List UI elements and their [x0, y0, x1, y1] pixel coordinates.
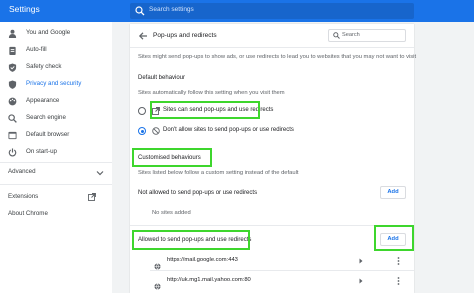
sidebar-item-extensions[interactable]: Extensions [0, 190, 112, 205]
sidebar-item-label: Privacy and security [26, 80, 82, 87]
sidebar: You and Google Auto-fill Safety check Pr… [0, 22, 112, 293]
search-icon [8, 114, 17, 123]
block-icon [152, 127, 160, 135]
no-sites-text: No sites added [152, 210, 191, 216]
customised-behaviours-desc: Sites listed below follow a custom setti… [138, 170, 299, 176]
row-divider [150, 270, 414, 271]
person-icon [8, 29, 17, 38]
shield-check-icon [8, 63, 17, 72]
advanced-label: Advanced [8, 168, 36, 175]
site-url: http://uk.mg1.mail.yahoo.com:80 [167, 277, 251, 283]
sidebar-item-label: On start-up [26, 148, 57, 155]
sidebar-divider [0, 162, 112, 163]
more-vert-icon[interactable] [397, 277, 400, 285]
sidebar-item-appearance[interactable]: Appearance [0, 94, 112, 109]
sidebar-divider [0, 184, 112, 185]
power-icon [8, 148, 17, 157]
block-popups-radio[interactable] [138, 127, 146, 135]
search-icon [135, 6, 145, 16]
default-behaviour-heading: Default behaviour [138, 75, 186, 81]
page-title: Pop-ups and redirects [153, 32, 217, 39]
about-label: About Chrome [8, 210, 48, 217]
sidebar-item-label: Default browser [26, 131, 70, 138]
shield-icon [8, 80, 17, 89]
chevron-down-icon [96, 171, 104, 176]
search-icon [333, 32, 340, 39]
header-divider [130, 47, 414, 48]
not-allowed-label: Not allowed to send pop-ups or use redir… [138, 190, 258, 196]
search-settings-input[interactable]: Search settings [130, 3, 414, 19]
sidebar-item-privacy-and-security[interactable]: Privacy and security [0, 77, 112, 92]
search-placeholder: Search [342, 32, 360, 38]
palette-icon [8, 97, 17, 106]
highlight-customised-heading [132, 148, 212, 167]
highlight-allow-option [150, 101, 260, 119]
chevron-right-icon[interactable] [358, 258, 364, 264]
more-vert-icon[interactable] [397, 257, 400, 265]
block-popups-label[interactable]: Don't allow sites to send pop-ups or use… [163, 127, 294, 133]
extensions-label: Extensions [8, 193, 39, 200]
chevron-right-icon[interactable] [358, 278, 364, 284]
sidebar-item-label: Safety check [26, 63, 62, 70]
popups-settings-card: Pop-ups and redirects Search Sites might… [130, 24, 417, 293]
sidebar-item-about-chrome[interactable]: About Chrome [0, 207, 112, 222]
section-divider [130, 225, 414, 226]
sidebar-item-safety-check[interactable]: Safety check [0, 60, 112, 75]
globe-icon [154, 257, 161, 270]
allow-popups-radio[interactable] [138, 107, 146, 115]
external-link-icon [88, 193, 96, 201]
sidebar-item-autofill[interactable]: Auto-fill [0, 43, 112, 58]
clipboard-icon [9, 46, 16, 55]
sidebar-item-label: You and Google [26, 29, 71, 36]
top-bar: Settings Search settings [0, 0, 474, 22]
sidebar-item-label: Auto-fill [26, 46, 47, 53]
sidebar-item-label: Search engine [26, 114, 66, 121]
site-url: https://mail.google.com:443 [167, 257, 238, 263]
app-title: Settings [9, 4, 40, 14]
default-behaviour-desc: Sites automatically follow this setting … [138, 90, 285, 96]
search-placeholder: Search settings [149, 6, 194, 13]
highlight-allowed-label [132, 230, 250, 250]
back-arrow-icon[interactable] [138, 31, 148, 41]
browser-icon [8, 131, 17, 140]
sidebar-item-default-browser[interactable]: Default browser [0, 128, 112, 143]
site-search-input[interactable]: Search [328, 29, 406, 42]
intro-text: Sites might send pop-ups to show ads, or… [138, 54, 417, 60]
sidebar-item-search-engine[interactable]: Search engine [0, 111, 112, 126]
highlight-add-button [374, 225, 414, 251]
sidebar-item-on-startup[interactable]: On start-up [0, 145, 112, 160]
sidebar-item-label: Appearance [26, 97, 60, 104]
sidebar-item-you-and-google[interactable]: You and Google [0, 26, 112, 41]
add-blocked-site-button[interactable]: Add [380, 186, 406, 199]
globe-icon [154, 277, 161, 290]
sidebar-advanced-toggle[interactable]: Advanced [0, 165, 112, 180]
